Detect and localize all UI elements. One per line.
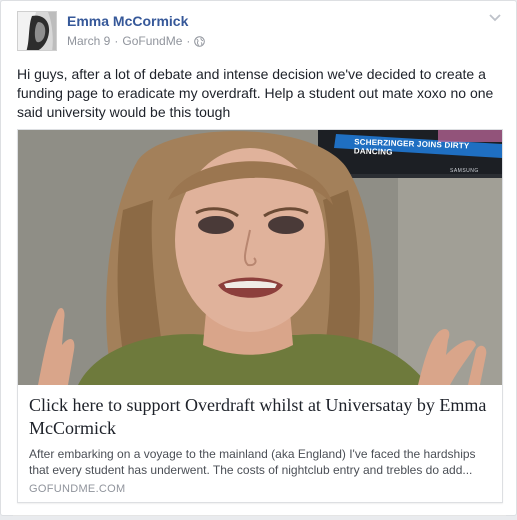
tv-brand-text: SAMSUNG xyxy=(450,168,479,174)
link-description: After embarking on a voyage to the mainl… xyxy=(29,447,476,477)
post-divider xyxy=(13,515,506,516)
news-feed-post: Emma McCormick March 9 · GoFundMe · Hi g… xyxy=(0,0,517,516)
link-domain: GOFUNDME.COM xyxy=(29,483,126,495)
globe-icon xyxy=(194,35,206,47)
post-meta: March 9 · GoFundMe · xyxy=(67,34,206,48)
author-avatar[interactable] xyxy=(17,11,57,51)
meta-separator-2: · xyxy=(186,34,191,48)
link-preview-card[interactable]: SCHERZINGER JOINS DIRTY DANCING SAMSUNG … xyxy=(17,129,503,503)
link-title[interactable]: Click here to support Overdraft whilst a… xyxy=(29,394,493,440)
author-name[interactable]: Emma McCormick xyxy=(67,13,188,29)
chevron-down-icon[interactable] xyxy=(488,13,502,23)
link-preview-image[interactable]: SCHERZINGER JOINS DIRTY DANCING SAMSUNG xyxy=(18,130,502,385)
post-text: Hi guys, after a lot of debate and inten… xyxy=(17,66,494,120)
meta-separator: · xyxy=(114,34,119,48)
post-date[interactable]: March 9 xyxy=(67,34,110,48)
post-source[interactable]: GoFundMe xyxy=(122,34,182,48)
